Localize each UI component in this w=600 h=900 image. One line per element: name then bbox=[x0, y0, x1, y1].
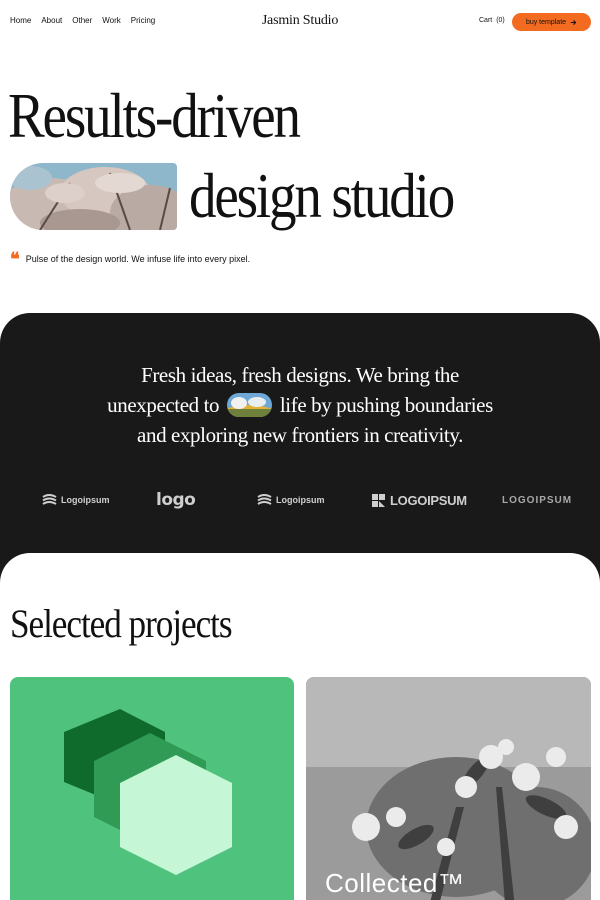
quote-icon: ❝ bbox=[10, 249, 20, 269]
client-logo-4: LOGOIPSUM bbox=[371, 489, 467, 511]
statement-line-3: and exploring new frontiers in creativit… bbox=[137, 423, 463, 447]
intro-statement: Fresh ideas, fresh designs. We bring the… bbox=[0, 360, 600, 450]
flowers-photo bbox=[306, 677, 591, 900]
hero-quote-text: Pulse of the design world. We infuse lif… bbox=[25, 254, 251, 264]
statement-line-2-before: unexpected to bbox=[107, 393, 220, 417]
cart-link[interactable]: Cart (0) bbox=[479, 17, 505, 24]
arrow-right-icon bbox=[570, 19, 577, 25]
wave-logo-icon bbox=[257, 494, 272, 505]
project-card-2[interactable]: Collected™ bbox=[306, 677, 591, 900]
buy-template-button[interactable]: buy template bbox=[512, 13, 591, 31]
statement-line-2-after: life by pushing boundaries bbox=[279, 393, 493, 417]
top-nav: Home About Other Work Pricing Jasmin Stu… bbox=[0, 0, 600, 44]
client-logo-1: Logoipsum bbox=[42, 489, 110, 511]
brand-logo[interactable]: Jasmin Studio bbox=[0, 13, 600, 29]
statement-line-1: Fresh ideas, fresh designs. We bring the bbox=[141, 363, 459, 387]
hero-title-line-2: design studio bbox=[189, 160, 455, 231]
client-logos: Logoipsum logo Logoipsum LOGOIPSUM LOGOI… bbox=[0, 489, 600, 511]
hexagon-artwork bbox=[64, 709, 232, 875]
client-logo-3: Logoipsum bbox=[257, 489, 325, 511]
intro-section: Fresh ideas, fresh designs. We bring the… bbox=[0, 313, 600, 583]
project-card-1[interactable] bbox=[10, 677, 294, 900]
inline-image-pill bbox=[227, 393, 273, 417]
statement-line-2: unexpected to life by pushing boundaries bbox=[0, 390, 600, 420]
hero-quote: ❝ Pulse of the design world. We infuse l… bbox=[10, 249, 251, 269]
client-logo-2: logo bbox=[156, 490, 196, 510]
client-logo-5: LOGOIPSUM bbox=[502, 494, 573, 506]
buy-template-label: buy template bbox=[525, 18, 567, 26]
hero-title-line-1: Results-driven bbox=[8, 80, 301, 151]
cart-count: (0) bbox=[496, 17, 505, 24]
leaf-logo-icon bbox=[372, 493, 385, 507]
projects-section: Selected projects Collected™ bbox=[0, 553, 600, 900]
projects-title: Selected projects bbox=[10, 601, 233, 646]
hero-image-blossoms bbox=[10, 163, 177, 230]
wave-logo-icon bbox=[42, 494, 57, 505]
cart-label: Cart bbox=[479, 17, 493, 24]
project-card-2-label: Collected™ bbox=[325, 868, 465, 898]
